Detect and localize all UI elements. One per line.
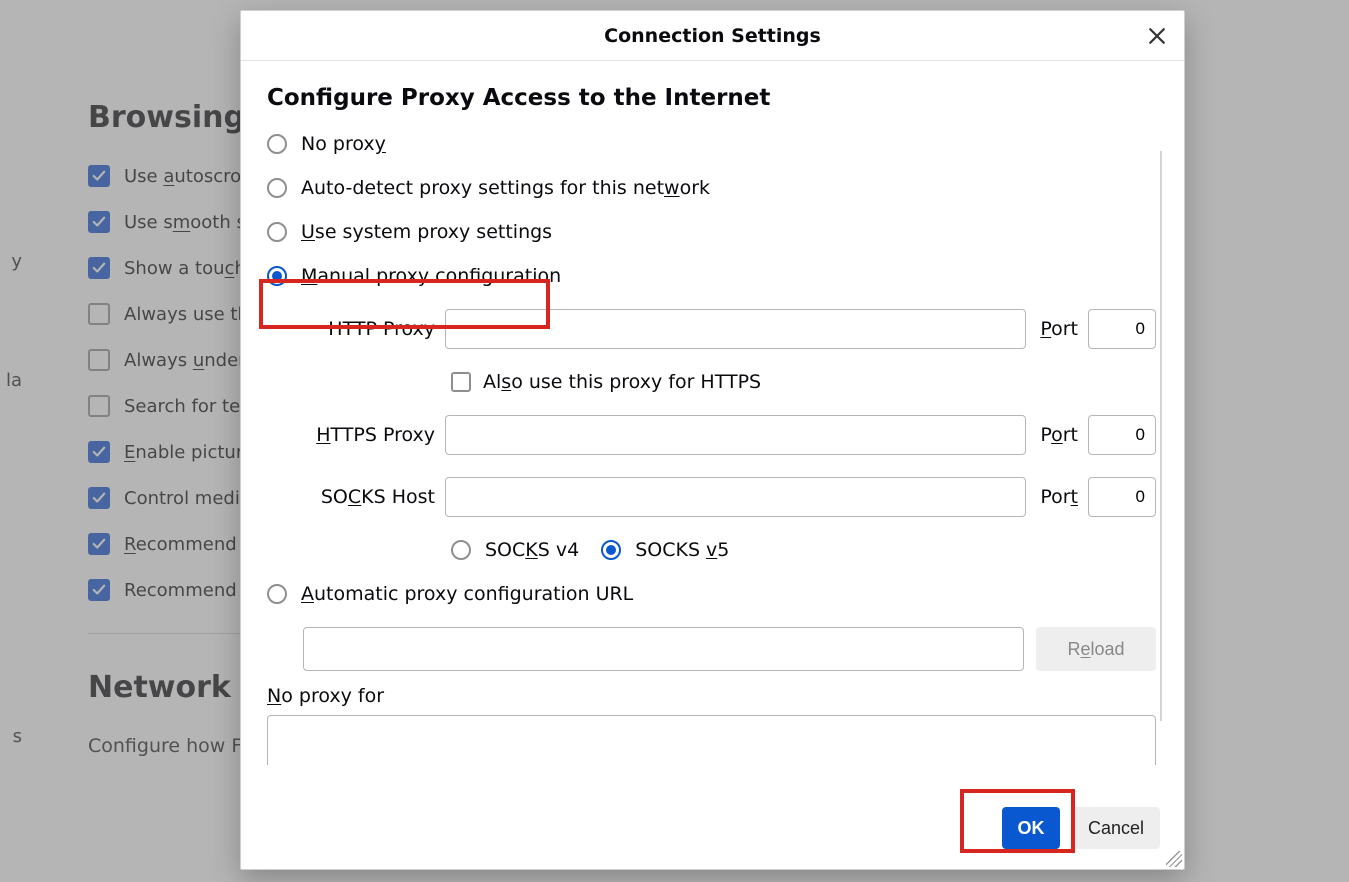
socks-v4-label: SOCKS v4 — [485, 539, 579, 561]
https-proxy-input[interactable] — [445, 415, 1026, 455]
socks-port-label: Port — [1040, 486, 1078, 508]
auto-url-input[interactable] — [303, 627, 1024, 671]
proxy-section-title: Configure Proxy Access to the Internet — [267, 85, 1156, 111]
close-icon[interactable] — [1144, 23, 1170, 49]
https-port-input[interactable] — [1088, 415, 1156, 455]
radio-icon[interactable] — [267, 584, 287, 604]
ok-button[interactable]: OK — [1002, 807, 1060, 849]
dialog-footer: OK Cancel — [267, 803, 1160, 853]
manual-proxy-block: HTTP Proxy Port Also use this proxy for … — [303, 309, 1156, 561]
http-port-label: Port — [1040, 318, 1078, 340]
https-port-label: Port — [1040, 424, 1078, 446]
http-proxy-label: HTTP Proxy — [303, 318, 435, 340]
radio-auto-url[interactable]: Automatic proxy configuration URL — [267, 583, 1156, 605]
connection-settings-dialog: Connection Settings Configure Proxy Acce… — [240, 10, 1185, 870]
radio-system-proxy[interactable]: Use system proxy settings — [267, 221, 1156, 243]
radio-icon[interactable] — [267, 222, 287, 242]
radio-icon[interactable] — [267, 134, 287, 154]
radio-auto-detect[interactable]: Auto-detect proxy settings for this netw… — [267, 177, 1156, 199]
no-proxy-for-label: No proxy for — [267, 685, 1156, 707]
http-proxy-input[interactable] — [445, 309, 1026, 349]
dialog-body: Configure Proxy Access to the Internet N… — [241, 61, 1184, 869]
radio-socks-v5[interactable] — [601, 540, 621, 560]
no-proxy-for-textarea[interactable] — [267, 715, 1156, 765]
http-port-input[interactable] — [1088, 309, 1156, 349]
radio-icon[interactable] — [267, 178, 287, 198]
also-https-checkbox-row[interactable]: Also use this proxy for HTTPS — [451, 371, 1156, 393]
dialog-title: Connection Settings — [604, 25, 821, 47]
socks-port-input[interactable] — [1088, 477, 1156, 517]
socks-host-label: SOCKS Host — [303, 486, 435, 508]
radio-socks-v4[interactable] — [451, 540, 471, 560]
radio-icon[interactable] — [267, 266, 287, 286]
checkbox-icon[interactable] — [451, 372, 471, 392]
cancel-button[interactable]: Cancel — [1072, 807, 1160, 849]
https-proxy-label: HTTPS Proxy — [303, 424, 435, 446]
radio-manual-proxy[interactable]: Manual proxy configuration — [267, 265, 1156, 287]
socks-v5-label: SOCKS v5 — [635, 539, 729, 561]
dialog-titlebar: Connection Settings — [241, 11, 1184, 61]
reload-button: Reload — [1036, 627, 1156, 671]
socks-host-input[interactable] — [445, 477, 1026, 517]
radio-no-proxy[interactable]: No proxy — [267, 133, 1156, 155]
resize-grip-icon[interactable] — [1166, 851, 1182, 867]
